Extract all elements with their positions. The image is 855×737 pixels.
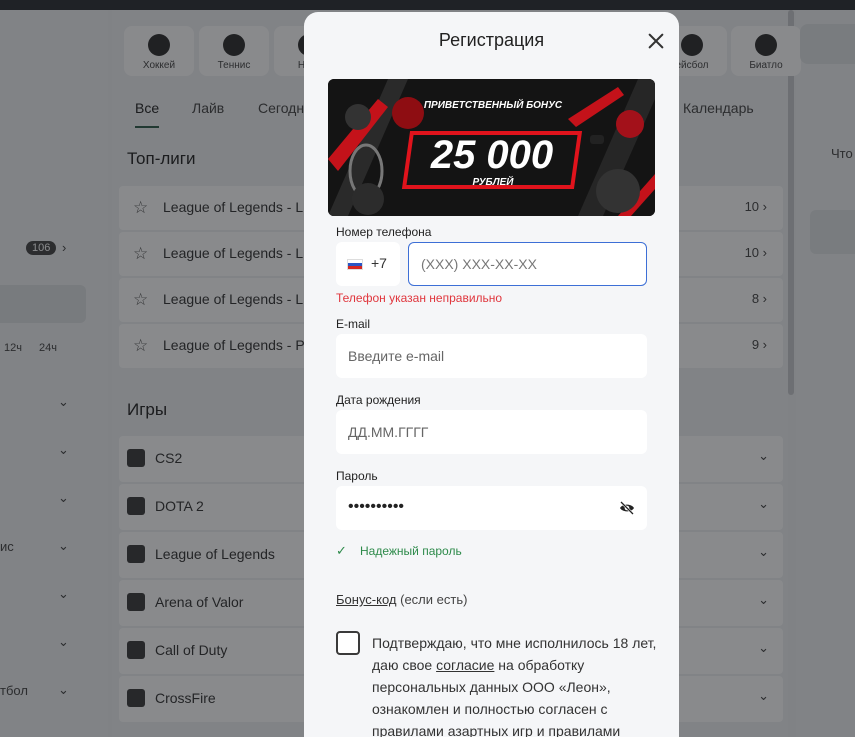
- welcome-bonus-banner: ПРИВЕТСТВЕННЫЙ БОНУС 25 000 РУБЛЕЙ: [328, 79, 655, 216]
- consent-link[interactable]: согласие: [436, 657, 494, 673]
- email-placeholder: Введите e-mail: [348, 348, 445, 364]
- password-strength: ✓ Надежный пароль: [336, 543, 462, 558]
- phone-placeholder: (XXX) XXX-XX-XX: [421, 256, 537, 272]
- banner-currency: РУБЛЕЙ: [472, 177, 514, 188]
- banner-amount: 25 000: [430, 133, 554, 177]
- agreement-text: Подтверждаю, что мне исполнилось 18 лет,…: [372, 635, 657, 737]
- country-code-select[interactable]: +7: [336, 242, 400, 286]
- email-label: E-mail: [336, 317, 371, 331]
- phone-input[interactable]: (XXX) XXX-XX-XX: [408, 242, 647, 286]
- password-label: Пароль: [336, 469, 378, 483]
- birthdate-input[interactable]: ДД.ММ.ГГГГ: [336, 410, 647, 454]
- birthdate-placeholder: ДД.ММ.ГГГГ: [348, 424, 429, 440]
- birthdate-label: Дата рождения: [336, 393, 421, 407]
- password-value: ••••••••••: [348, 498, 405, 515]
- check-icon: ✓: [336, 543, 347, 558]
- modal-title: Регистрация: [438, 30, 545, 50]
- password-input[interactable]: ••••••••••: [336, 486, 647, 530]
- phone-label: Номер телефона: [336, 225, 432, 239]
- promo-code-link[interactable]: Бонус-код: [336, 592, 397, 607]
- banner-headline: ПРИВЕТСТВЕННЫЙ БОНУС: [423, 100, 563, 111]
- eye-off-icon[interactable]: [619, 500, 635, 516]
- promo-code-row: Бонус-код (если есть): [336, 592, 468, 607]
- russia-flag-icon: [347, 259, 363, 270]
- close-icon[interactable]: [646, 31, 666, 51]
- email-input[interactable]: Введите e-mail: [336, 334, 647, 378]
- rules-link[interactable]: правилами: [372, 723, 444, 737]
- registration-modal: Регистрация ПРИВЕТСТВЕННЫЙ БОНУС 25 000 …: [304, 12, 679, 737]
- helmet-icon: [596, 169, 640, 213]
- agreement-checkbox[interactable]: [336, 631, 360, 655]
- phone-error: Телефон указан неправильно: [336, 291, 503, 305]
